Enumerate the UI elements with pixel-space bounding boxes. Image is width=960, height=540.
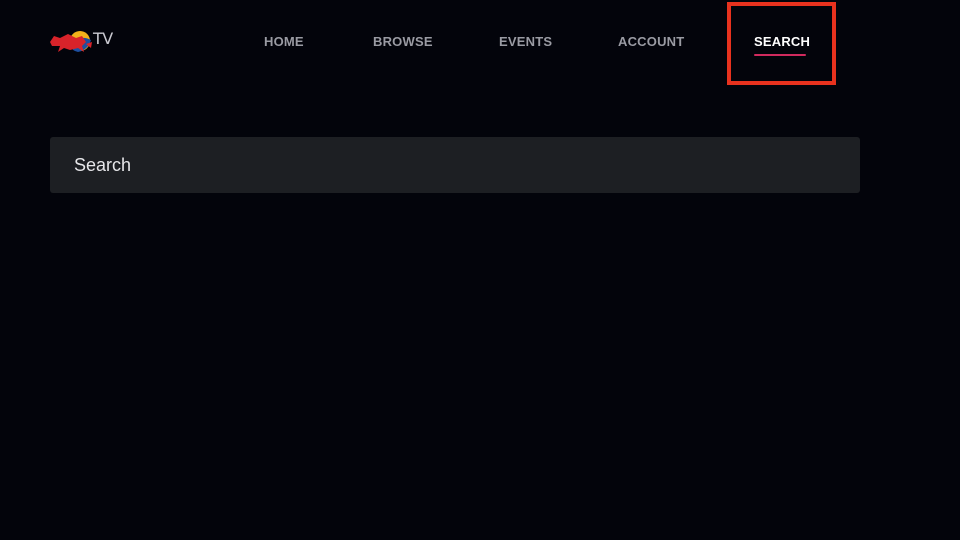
nav-item-browse[interactable]: BROWSE xyxy=(373,34,433,49)
top-navigation: HOME BROWSE EVENTS ACCOUNT SEARCH xyxy=(0,0,960,85)
app-screen: TV HOME BROWSE EVENTS ACCOUNT SEARCH xyxy=(0,0,960,540)
search-input[interactable] xyxy=(50,137,860,193)
nav-item-home[interactable]: HOME xyxy=(264,34,304,49)
nav-item-account[interactable]: ACCOUNT xyxy=(618,34,684,49)
nav-item-events[interactable]: EVENTS xyxy=(499,34,552,49)
focus-highlight-box xyxy=(727,2,836,85)
